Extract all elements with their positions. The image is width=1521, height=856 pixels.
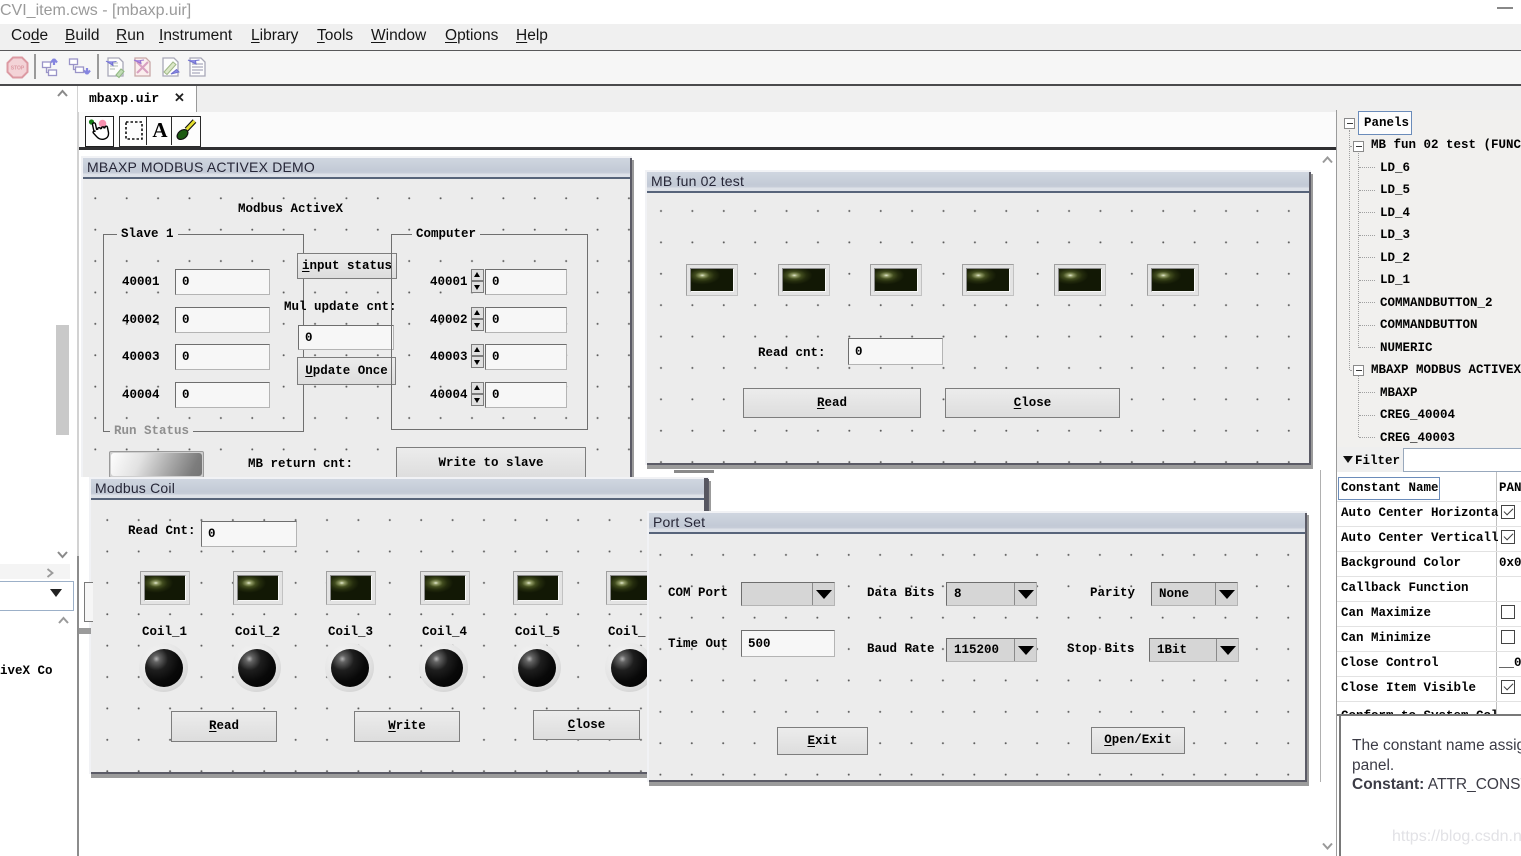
svg-text:STOP: STOP (11, 66, 25, 72)
